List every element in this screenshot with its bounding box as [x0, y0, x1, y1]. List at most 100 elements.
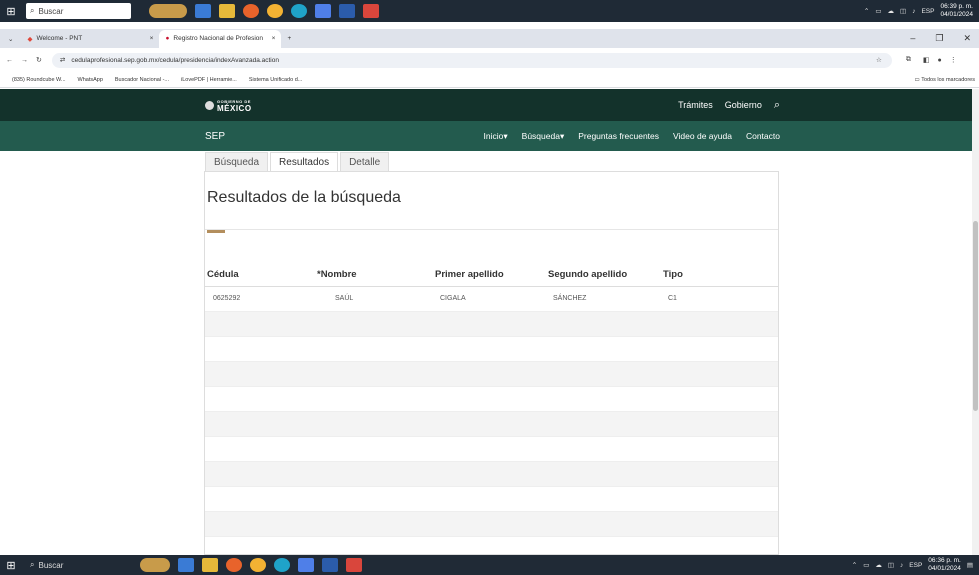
notification-icon[interactable]: ▤ [967, 561, 973, 569]
tab-label: Welcome - PNT [36, 35, 83, 42]
network-icon[interactable]: ◫ [888, 561, 894, 569]
search-icon[interactable]: ⌕ [774, 99, 780, 112]
page-scrollbar[interactable] [972, 89, 979, 555]
volume-icon[interactable]: ♪ [912, 8, 915, 15]
battery-icon[interactable]: ▭ [863, 561, 869, 569]
edge-icon[interactable] [274, 558, 290, 572]
menu-contacto[interactable]: Contacto [746, 131, 780, 142]
taskbar-search[interactable]: ⌕ Buscar [26, 557, 106, 573]
browser-tab-registro[interactable]: ● Registro Nacional de Profesion × [159, 29, 282, 48]
clock[interactable]: 06:36 p. m. 04/01/2024 [928, 557, 961, 573]
network-icon[interactable]: ◫ [900, 7, 906, 15]
header-primer-apellido[interactable]: Primer apellido [435, 264, 548, 287]
header-tipo[interactable]: Tipo [663, 264, 778, 287]
edge-icon[interactable] [291, 4, 307, 18]
minimize-icon[interactable]: – [910, 33, 915, 44]
word-icon[interactable] [322, 558, 338, 572]
table-row [205, 411, 778, 437]
tab-resultados[interactable]: Resultados [270, 152, 339, 171]
firefox-icon[interactable] [226, 558, 242, 572]
all-bookmarks-label: Todos los marcadores [921, 76, 975, 83]
close-tab-icon[interactable]: × [150, 35, 154, 42]
chevron-up-icon[interactable]: ⌃ [864, 7, 869, 15]
clock[interactable]: 06:39 p. m. 04/01/2024 [940, 3, 973, 19]
firefox-icon[interactable] [243, 4, 259, 18]
taskbar-top: ⊞ ⌕ Buscar ⌃ ▭ ☁ ◫ ♪ ESP 06:39 p. m. 04/… [0, 0, 979, 22]
profile-icon[interactable]: ● [938, 57, 942, 64]
clock-time: 06:36 p. m. [928, 557, 961, 564]
url-text: cedulaprofesional.sep.gob.mx/cedula/pres… [71, 56, 279, 64]
calendar-app-icon[interactable] [195, 4, 211, 18]
new-tab-button[interactable]: + [281, 30, 297, 48]
volume-icon[interactable]: ♪ [900, 562, 903, 569]
chrome-icon[interactable] [250, 558, 266, 572]
bookmark-ilovepdf[interactable]: iLovePDF | Herramie... [181, 77, 237, 83]
file-explorer-icon[interactable] [219, 4, 235, 18]
sep-favicon-icon: ● [165, 35, 170, 42]
language-indicator[interactable]: ESP [921, 8, 934, 15]
menu-icon[interactable]: ⋮ [950, 56, 957, 64]
back-icon[interactable]: ← [6, 57, 13, 64]
sep-nav: SEP Inicio▾ Búsqueda▾ Preguntas frecuent… [0, 121, 979, 151]
cloud-icon[interactable]: ☁ [888, 7, 895, 15]
windows-start-icon[interactable]: ⊞ [0, 0, 22, 22]
calendar-app-icon[interactable] [178, 558, 194, 572]
file-explorer-icon[interactable] [202, 558, 218, 572]
logo-big-text: MÉXICO [217, 104, 252, 113]
store-icon[interactable] [315, 4, 331, 18]
bookmark-star-icon[interactable]: ☆ [876, 56, 892, 64]
tab-list-button[interactable]: ⌄ [0, 30, 21, 48]
menu-busqueda[interactable]: Búsqueda▾ [522, 131, 565, 142]
pdf-app-icon[interactable] [363, 4, 379, 18]
table-row [205, 336, 778, 362]
cloud-icon[interactable]: ☁ [875, 561, 882, 569]
site-info-icon[interactable]: ⇄ [60, 56, 65, 64]
bookmark-whatsapp[interactable]: WhatsApp [78, 77, 103, 83]
tab-busqueda[interactable]: Búsqueda [205, 152, 269, 171]
taskbar-bottom: ⊞ ⌕ Buscar ⌃ ▭ ☁ ◫ ♪ ESP 06:36 p. m. 04/… [0, 555, 979, 575]
bookmark-roundcube[interactable]: (835) Roundcube W... [12, 77, 66, 83]
menu-inicio[interactable]: Inicio▾ [484, 131, 508, 142]
taskbar-search[interactable]: ⌕ Buscar [26, 3, 131, 19]
all-bookmarks[interactable]: ▭ Todos los marcadores [915, 77, 979, 83]
tab-detalle[interactable]: Detalle [340, 152, 390, 171]
cell-primer-apellido: CIGALA [435, 286, 548, 312]
bookmark-buscador[interactable]: Buscador Nacional -... [115, 77, 169, 83]
header-cedula[interactable]: Cédula [205, 264, 315, 287]
page-title: Resultados de la búsqueda [207, 189, 401, 206]
pdf-app-icon[interactable] [346, 558, 362, 572]
link-gobierno[interactable]: Gobierno [725, 100, 762, 110]
sidebar-icon[interactable]: ◧ [923, 56, 930, 64]
reload-icon[interactable]: ↻ [36, 56, 42, 64]
bookmarks-bar: (835) Roundcube W... WhatsApp Buscador N… [0, 72, 979, 88]
battery-icon[interactable]: ▭ [875, 7, 881, 15]
link-tramites[interactable]: Trámites [678, 100, 713, 110]
word-icon[interactable] [339, 4, 355, 18]
chrome-icon[interactable] [267, 4, 283, 18]
table-row[interactable]: 0625292 SAÚL CIGALA SÁNCHEZ C1 [205, 286, 778, 312]
results-table: Cédula *Nombre Primer apellido Segundo a… [205, 264, 778, 537]
header-segundo-apellido[interactable]: Segundo apellido [548, 264, 663, 287]
language-indicator[interactable]: ESP [909, 562, 922, 569]
store-icon[interactable] [298, 558, 314, 572]
extensions-icon[interactable]: ⧉ [906, 56, 911, 64]
close-window-icon[interactable]: ✕ [963, 33, 971, 44]
close-tab-icon[interactable]: × [272, 35, 276, 42]
bookmark-sistema[interactable]: Sistema Unificado d... [249, 77, 303, 83]
browser-tab-pnt[interactable]: ◆ Welcome - PNT × [21, 30, 159, 48]
food-widget-icon[interactable] [149, 4, 187, 18]
chevron-up-icon[interactable]: ⌃ [852, 561, 857, 569]
scrollbar-thumb[interactable] [973, 221, 978, 411]
table-row [205, 486, 778, 512]
menu-video[interactable]: Video de ayuda [673, 131, 732, 142]
windows-start-icon[interactable]: ⊞ [0, 555, 22, 575]
food-widget-icon[interactable] [140, 558, 170, 572]
maximize-icon[interactable]: ❐ [935, 33, 943, 44]
address-bar[interactable]: ⇄ cedulaprofesional.sep.gob.mx/cedula/pr… [51, 52, 892, 68]
gobierno-mexico-logo[interactable]: GOBIERNO DE MÉXICO [205, 98, 252, 113]
sep-title[interactable]: SEP [205, 131, 225, 142]
forward-icon[interactable]: → [21, 57, 28, 64]
system-tray: ⌃ ▭ ☁ ◫ ♪ ESP 06:39 p. m. 04/01/2024 [864, 3, 979, 19]
header-nombre[interactable]: *Nombre [315, 264, 435, 287]
menu-preguntas[interactable]: Preguntas frecuentes [578, 131, 659, 142]
